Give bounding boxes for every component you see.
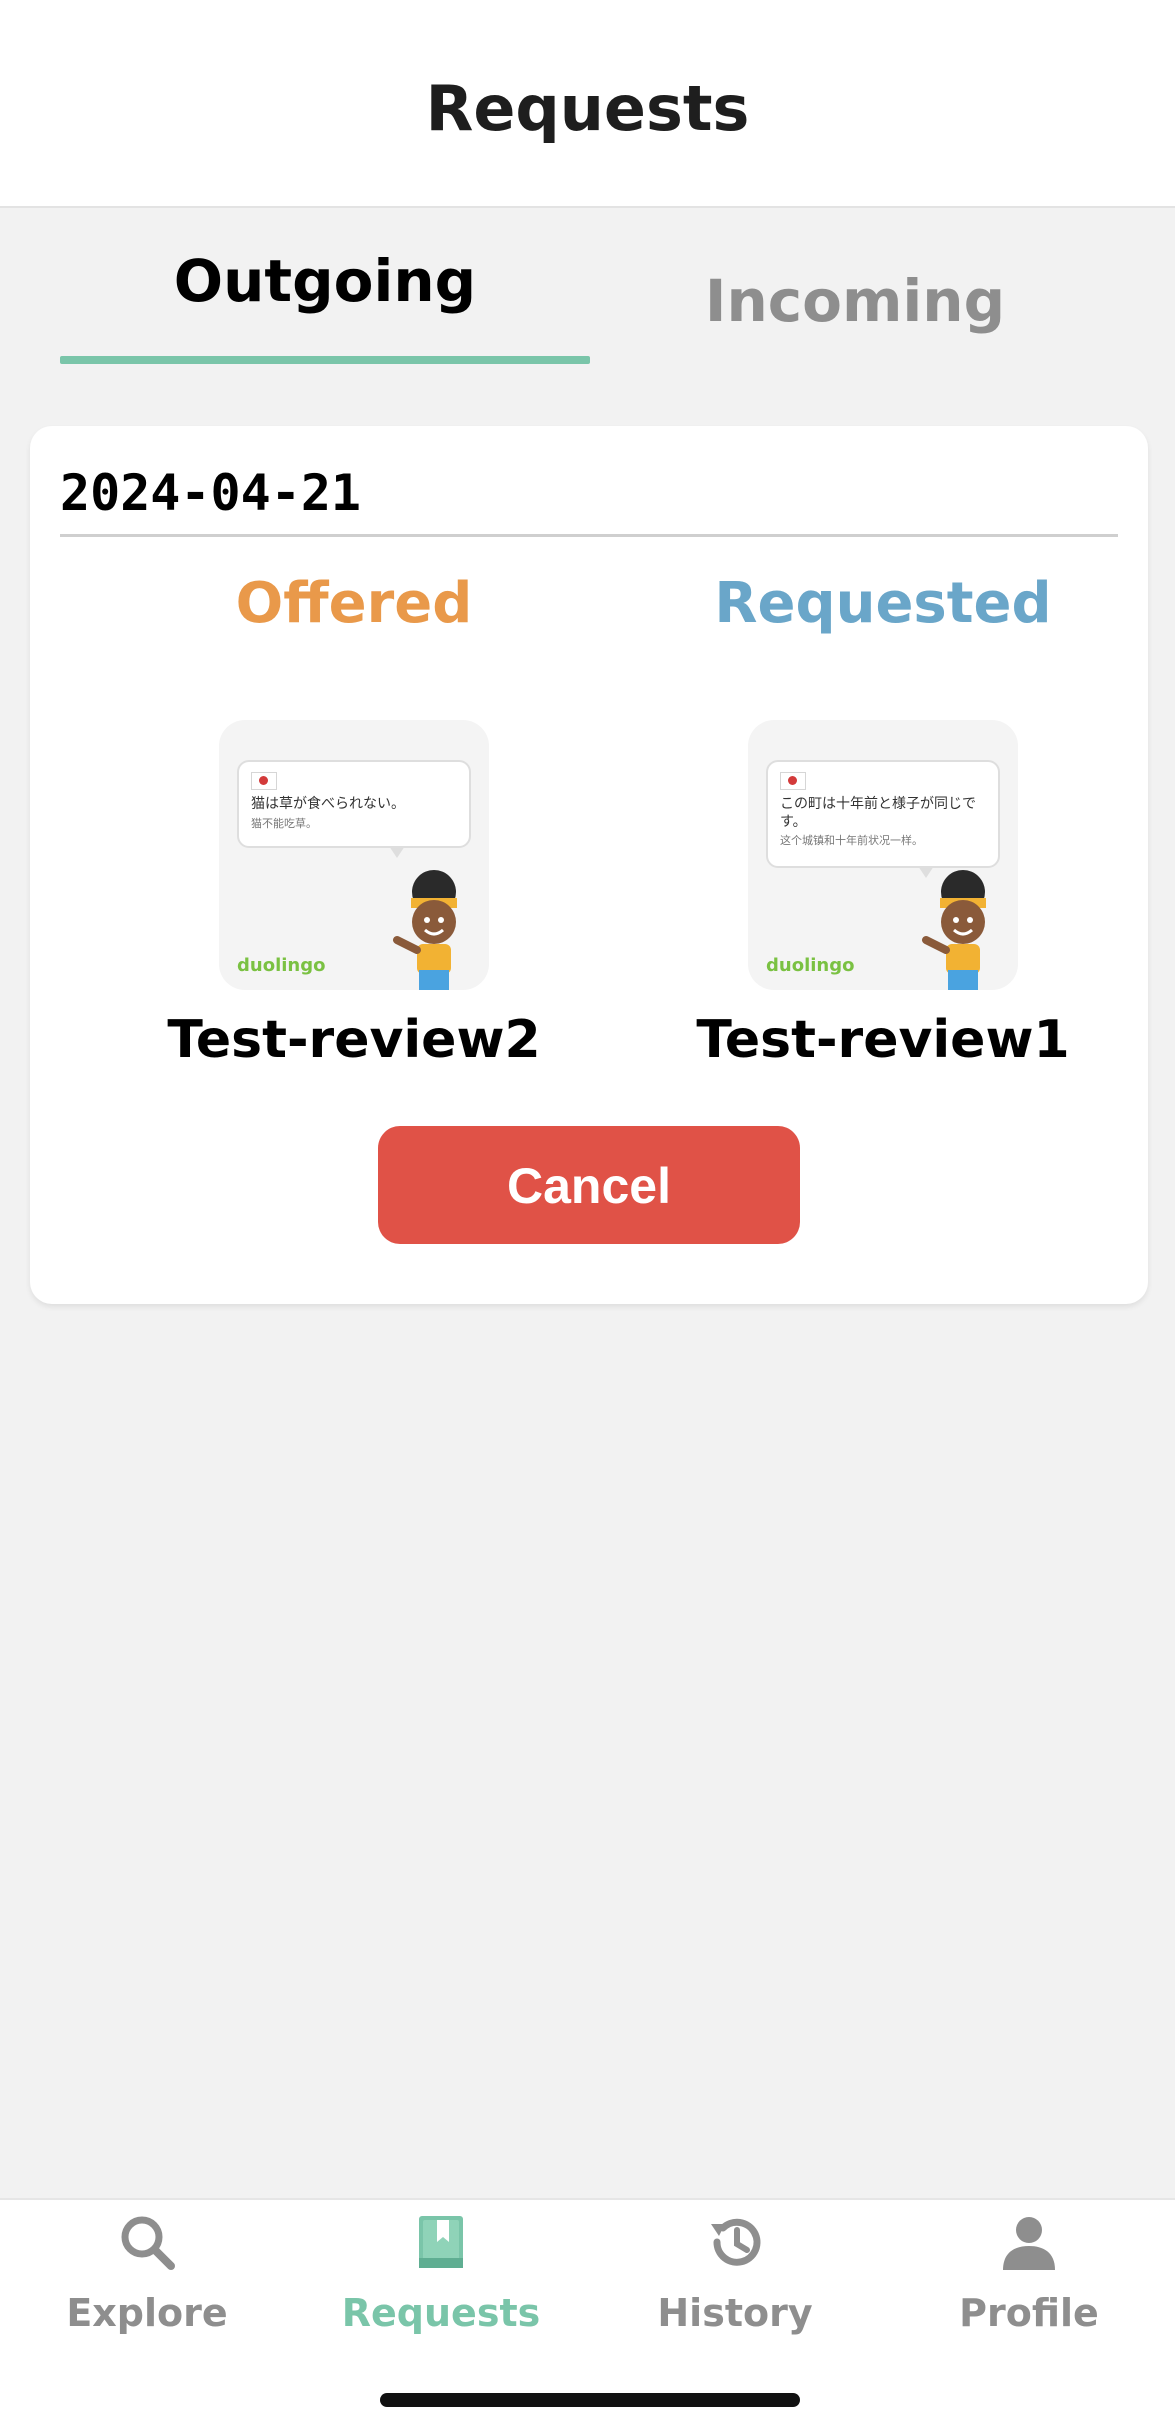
requested-card-thumbnail[interactable]: この町は十年前と様子が同じです。 这个城镇和十年前状况一样。 duolingo: [748, 720, 1018, 990]
bubble-tail: [389, 846, 405, 858]
japan-flag-icon: [780, 772, 806, 790]
requested-heading: Requested: [714, 571, 1052, 636]
bubble-japanese-text: 猫は草が食べられない。: [251, 796, 405, 812]
request-card: 2024-04-21 Offered 猫は草が食べられない。 猫不能吃草。 du…: [30, 426, 1148, 1304]
nav-label-requests: Requests: [341, 2291, 541, 2335]
nav-item-explore[interactable]: Explore: [0, 2200, 294, 2350]
request-date: 2024-04-21: [60, 464, 362, 522]
bubble-chinese-text: 这个城镇和十年前状况一样。: [780, 834, 923, 847]
speech-bubble: この町は十年前と様子が同じです。 这个城镇和十年前状况一样。: [766, 760, 1000, 878]
character-illustration-icon: [922, 870, 986, 990]
offered-column: Offered 猫は草が食べられない。 猫不能吃草。 duolingo Test…: [154, 571, 554, 1070]
card-divider: [60, 534, 1118, 537]
home-indicator: [380, 2393, 800, 2407]
page-title: Requests: [425, 72, 750, 145]
person-icon: [1003, 2217, 1055, 2270]
tab-incoming[interactable]: Incoming: [590, 208, 1120, 368]
search-icon: [121, 2216, 175, 2270]
tab-outgoing[interactable]: Outgoing: [60, 208, 590, 368]
bubble-japanese-text: この町は十年前と様子が同じです。: [780, 796, 976, 830]
nav-item-history[interactable]: History: [588, 2200, 882, 2350]
speech-bubble: 猫は草が食べられない。 猫不能吃草。: [237, 760, 471, 858]
requested-column: Requested この町は十年前と様子が同じです。 这个城镇和十年前状况一样。…: [683, 571, 1083, 1070]
offered-card-thumbnail[interactable]: 猫は草が食べられない。 猫不能吃草。 duolingo: [219, 720, 489, 990]
tab-bar: Outgoing Incoming: [0, 208, 1175, 368]
book-icon: [419, 2216, 463, 2268]
tab-outgoing-label: Outgoing: [173, 247, 477, 315]
offered-heading: Offered: [235, 571, 473, 636]
offered-name: Test-review2: [167, 1010, 541, 1070]
japan-flag-icon: [251, 772, 277, 790]
nav-item-requests[interactable]: Requests: [294, 2200, 588, 2350]
tab-incoming-label: Incoming: [704, 267, 1006, 335]
bubble-chinese-text: 猫不能吃草。: [251, 816, 317, 830]
nav-label-explore: Explore: [66, 2291, 228, 2335]
requested-name: Test-review1: [696, 1010, 1070, 1070]
nav-item-profile[interactable]: Profile: [882, 2200, 1175, 2350]
header: Requests: [0, 0, 1175, 208]
history-icon: [711, 2218, 761, 2266]
nav-label-profile: Profile: [959, 2291, 1099, 2335]
character-illustration-icon: [393, 870, 457, 990]
cancel-button[interactable]: Cancel: [378, 1126, 800, 1244]
duolingo-logo: duolingo: [237, 955, 326, 976]
nav-label-history: History: [657, 2291, 813, 2335]
active-tab-indicator: [60, 356, 590, 364]
duolingo-logo: duolingo: [766, 955, 855, 976]
